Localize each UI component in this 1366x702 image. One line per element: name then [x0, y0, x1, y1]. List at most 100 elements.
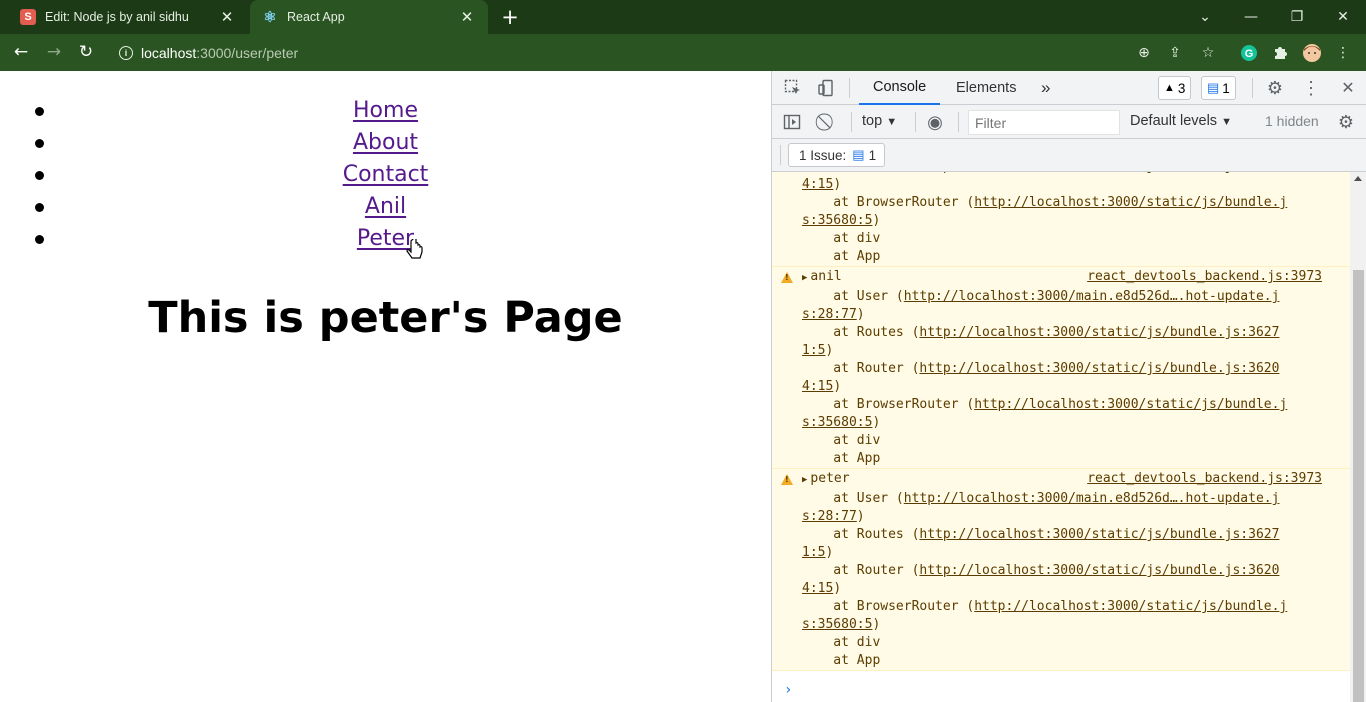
context-selector[interactable]: top ▼	[862, 113, 897, 129]
nav-link-anil[interactable]: Anil	[365, 194, 406, 219]
stack-trace-line: at div	[802, 231, 881, 246]
clear-console-icon[interactable]: ⃠	[817, 111, 839, 133]
stack-trace-line: at Router (http://localhost:3000/static/…	[802, 563, 1280, 578]
stack-trace-link[interactable]: http://localhost:3000/static/js/bundle.j…	[919, 325, 1279, 340]
tab-console[interactable]: Console	[859, 71, 941, 105]
list-item: Home	[0, 95, 771, 127]
stack-trace-link[interactable]: http://localhost:3000/static/js/bundle.j	[974, 599, 1287, 614]
messages-badge[interactable]: ▤ 1	[1201, 76, 1236, 100]
console-warning[interactable]: at Router (http://localhost:3000/static/…	[772, 172, 1350, 267]
share-icon[interactable]: ⇪	[1163, 41, 1187, 65]
close-window-button[interactable]: ✕	[1320, 0, 1366, 34]
restore-button[interactable]: ❐	[1274, 0, 1320, 34]
stack-trace-link[interactable]: s:35680:5	[802, 617, 872, 632]
warning-icon	[781, 272, 793, 283]
site-info-icon[interactable]: i	[119, 45, 133, 60]
source-link[interactable]: react_devtools_backend.js:3973	[1087, 267, 1322, 288]
grammarly-icon[interactable]: G	[1237, 41, 1261, 65]
tab-title: React App	[287, 10, 345, 24]
bullet	[35, 203, 44, 212]
show-sidebar-icon[interactable]	[781, 111, 803, 133]
settings-gear-icon[interactable]: ⚙	[1264, 77, 1286, 99]
expand-triangle-icon[interactable]: ▶	[802, 475, 807, 485]
log-levels-dropdown[interactable]: Default levels ▼	[1130, 113, 1232, 129]
stack-trace-link[interactable]: s:28:77	[802, 509, 857, 524]
stack-trace-link[interactable]: http://localhost:3000/static/js/bundle.j	[974, 195, 1287, 210]
live-expression-eye-icon[interactable]: ◉	[924, 111, 946, 133]
stack-trace-link[interactable]: http://localhost:3000/main.e8d526d….hot-…	[904, 289, 1280, 304]
warnings-count: 3	[1177, 80, 1186, 96]
menu-kebab-icon[interactable]: ⋮	[1331, 41, 1355, 65]
tab-search-icon[interactable]: ⌄	[1182, 0, 1228, 34]
more-tabs-button[interactable]: »	[1027, 71, 1064, 105]
stack-trace-link[interactable]: http://localhost:3000/static/js/bundle.j…	[919, 563, 1279, 578]
stack-trace-line: 4:15)	[802, 379, 842, 394]
stack-trace-link[interactable]: 4:15	[802, 379, 833, 394]
stack-trace-link[interactable]: http://localhost:3000/static/js/bundle.j…	[919, 172, 1279, 174]
minimize-button[interactable]: —	[1228, 0, 1274, 34]
divider	[915, 112, 916, 132]
message-icon: ▤	[1207, 80, 1220, 95]
url-path: :3000/user/peter	[196, 44, 299, 61]
console-prompt[interactable]: ›	[772, 682, 1350, 702]
console-warning[interactable]: ▶peter react_devtools_backend.js:3973 at …	[772, 469, 1350, 671]
nav-link-home[interactable]: Home	[353, 98, 418, 123]
console-settings-gear-icon[interactable]: ⚙	[1335, 111, 1357, 133]
device-toolbar-icon[interactable]	[815, 77, 837, 99]
filter-input[interactable]	[968, 110, 1120, 135]
extensions-puzzle-icon[interactable]	[1268, 41, 1292, 65]
stack-trace-line: 4:15)	[802, 581, 842, 596]
console-scrollbar[interactable]	[1350, 172, 1366, 702]
scroll-up-arrow-icon[interactable]	[1354, 176, 1362, 181]
customize-kebab-icon[interactable]: ⋮	[1300, 77, 1322, 99]
stack-trace-line: s:35680:5)	[802, 415, 881, 430]
tab-edit-node-js[interactable]: S Edit: Node js by anil sidhu ✕	[8, 0, 248, 34]
hand-cursor-icon	[406, 239, 423, 259]
divider	[849, 78, 850, 98]
page-viewport: Home About Contact Anil Peter This is pe…	[0, 71, 771, 702]
new-tab-button[interactable]: +	[497, 4, 523, 30]
nav-link-about[interactable]: About	[353, 130, 418, 155]
nav-link-contact[interactable]: Contact	[343, 162, 429, 187]
divider	[851, 112, 852, 132]
expand-triangle-icon[interactable]: ▶	[802, 273, 807, 283]
stack-trace-line: at App	[802, 249, 881, 264]
stack-trace-link[interactable]: s:28:77	[802, 307, 857, 322]
reload-icon[interactable]: ↻	[73, 39, 99, 65]
forward-icon[interactable]: →	[41, 39, 67, 65]
tab-elements[interactable]: Elements	[942, 71, 1030, 105]
back-icon[interactable]: ←	[8, 39, 34, 65]
page-heading: This is peter's Page	[148, 293, 623, 343]
stack-trace-link[interactable]: 1:5	[802, 343, 825, 358]
zoom-icon[interactable]: ⊕	[1132, 41, 1156, 65]
stack-trace-link[interactable]: s:35680:5	[802, 415, 872, 430]
warning-message[interactable]: ▶ anil	[802, 267, 842, 288]
stack-trace-link[interactable]: http://localhost:3000/static/js/bundle.j	[974, 397, 1287, 412]
issue-message-icon: ▤	[852, 147, 865, 162]
stack-trace-link[interactable]: 4:15	[802, 177, 833, 192]
stack-trace-link[interactable]: http://localhost:3000/static/js/bundle.j…	[919, 361, 1279, 376]
console-warning[interactable]: ▶anil react_devtools_backend.js:3973 at U…	[772, 267, 1350, 469]
stack-trace-link[interactable]: http://localhost:3000/main.e8d526d….hot-…	[904, 491, 1280, 506]
stack-trace-link[interactable]: s:35680:5	[802, 213, 872, 228]
issues-button[interactable]: 1 Issue: ▤ 1	[788, 143, 886, 167]
warning-message[interactable]: ▶ peter	[802, 469, 850, 490]
close-devtools-icon[interactable]: ✕	[1337, 77, 1359, 99]
scrollbar-thumb[interactable]	[1353, 270, 1364, 702]
stack-trace-link[interactable]: 4:15	[802, 581, 833, 596]
warnings-badge[interactable]: ▲ 3	[1158, 76, 1192, 100]
address-bar[interactable]: i localhost:3000/user/peter	[110, 38, 1225, 67]
close-tab-icon[interactable]: ✕	[218, 8, 236, 26]
profile-avatar-icon[interactable]	[1300, 41, 1324, 65]
console-messages: at Router (http://localhost:3000/static/…	[772, 172, 1350, 682]
warning-header: ▶ peter react_devtools_backend.js:3973	[802, 469, 1322, 490]
bookmark-star-icon[interactable]: ☆	[1196, 41, 1220, 65]
source-link[interactable]: react_devtools_backend.js:3973	[1087, 469, 1322, 490]
stack-trace-link[interactable]: http://localhost:3000/static/js/bundle.j…	[919, 527, 1279, 542]
tab-strip: S Edit: Node js by anil sidhu ✕ ⚛ React …	[0, 0, 1366, 34]
inspect-element-icon[interactable]	[782, 77, 804, 99]
stack-trace-link[interactable]: 1:5	[802, 545, 825, 560]
close-tab-icon[interactable]: ✕	[458, 8, 476, 26]
tab-react-app[interactable]: ⚛ React App ✕	[250, 0, 488, 34]
warning-header: ▶ anil react_devtools_backend.js:3973	[802, 267, 1322, 288]
